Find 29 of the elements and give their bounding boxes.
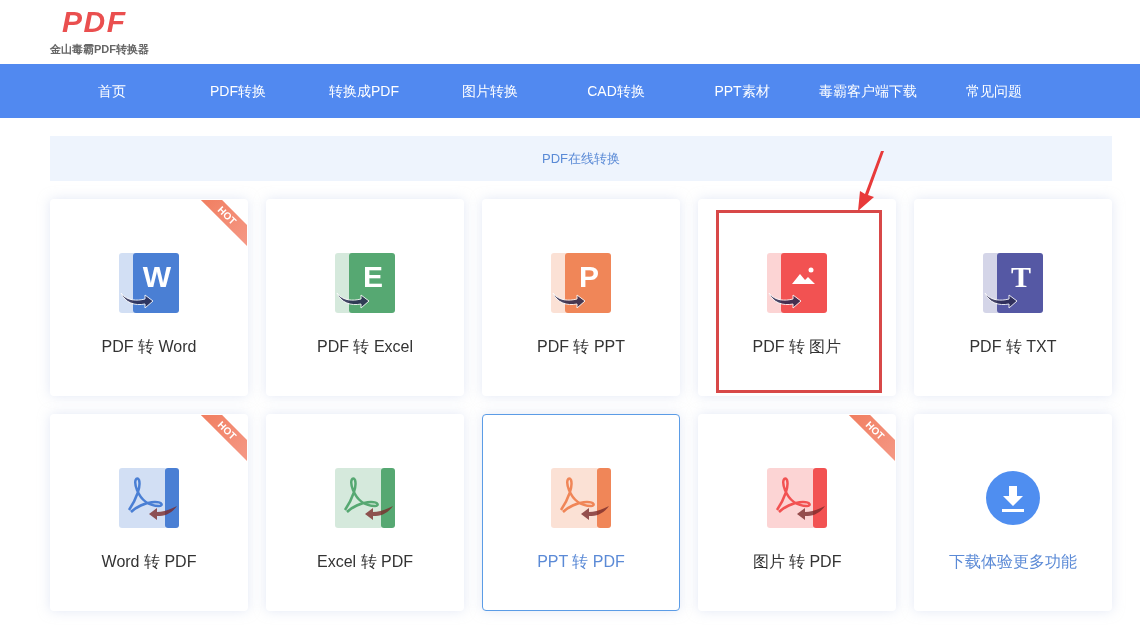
nav-link[interactable]: PPT素材 [679, 64, 805, 118]
converter-card[interactable]: E PDF 转 Excel [266, 199, 464, 396]
card-label: 图片 转 PDF [752, 551, 842, 572]
section-banner: PDF在线转换 [50, 136, 1112, 181]
card-label: Excel 转 PDF [317, 551, 413, 572]
card-label: PDF 转 PPT [537, 336, 625, 357]
converter-card[interactable]: PPT 转 PDF [482, 414, 680, 611]
card-label: 下载体验更多功能 [949, 551, 1077, 572]
nav-link[interactable]: 转换成PDF [301, 64, 427, 118]
nav-link[interactable]: 毒霸客户端下载 [805, 64, 931, 118]
nav-link[interactable]: 图片转换 [427, 64, 553, 118]
nav-link[interactable]: 常见问题 [931, 64, 1057, 118]
card-label: PPT 转 PDF [537, 551, 625, 572]
card-label: PDF 转 Word [101, 336, 197, 357]
nav-link[interactable]: CAD转换 [553, 64, 679, 118]
card-label: Word 转 PDF [101, 551, 197, 572]
converter-card[interactable]: P PDF 转 PPT [482, 199, 680, 396]
converter-card[interactable]: PDF 转 图片 [698, 199, 896, 396]
logo-caption: 金山毒霸PDF转换器 [50, 41, 150, 57]
converter-card[interactable]: 下载体验更多功能 [914, 414, 1112, 611]
card-label: PDF 转 Excel [317, 336, 413, 357]
nav-link[interactable]: PDF转换 [175, 64, 301, 118]
logo-mark[interactable]: PDF [50, 6, 1140, 37]
card-label: PDF 转 图片 [752, 336, 842, 357]
converter-card[interactable]: T PDF 转 TXT [914, 199, 1112, 396]
converter-card[interactable]: Excel 转 PDF [266, 414, 464, 611]
card-label: PDF 转 TXT [969, 336, 1057, 357]
annotation-arrow [856, 151, 886, 213]
nav-link[interactable]: 首页 [49, 64, 175, 118]
